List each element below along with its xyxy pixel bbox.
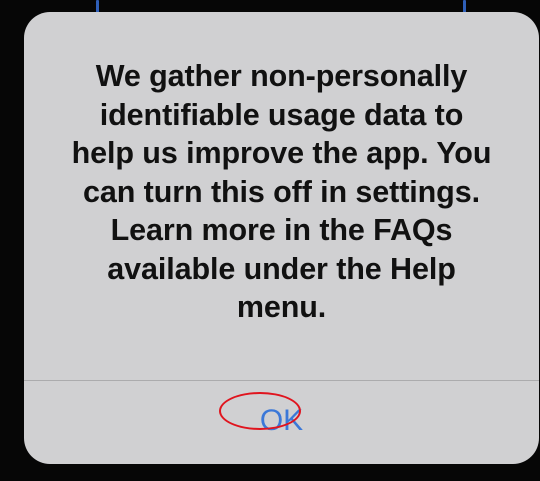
ok-button-label: OK [259,403,304,437]
alert-message-line: can turn this off in settings. [83,174,480,209]
alert-dialog: We gather non-personally identifiable us… [24,12,539,464]
alert-message-line: menu. [236,290,327,324]
alert-message-line: available under the Help [107,251,456,286]
alert-message: We gather non-personally identifiable us… [24,57,539,327]
alert-message-line: help us improve the app. You [71,136,492,170]
screen: We gather non-personally identifiable us… [0,0,540,481]
ok-button[interactable]: OK [24,381,539,464]
alert-message-line: We gather non-personally [95,59,468,93]
alert-message-line: Learn more in the FAQs [110,213,453,247]
alert-message-line: identifiable usage data to [99,97,464,132]
